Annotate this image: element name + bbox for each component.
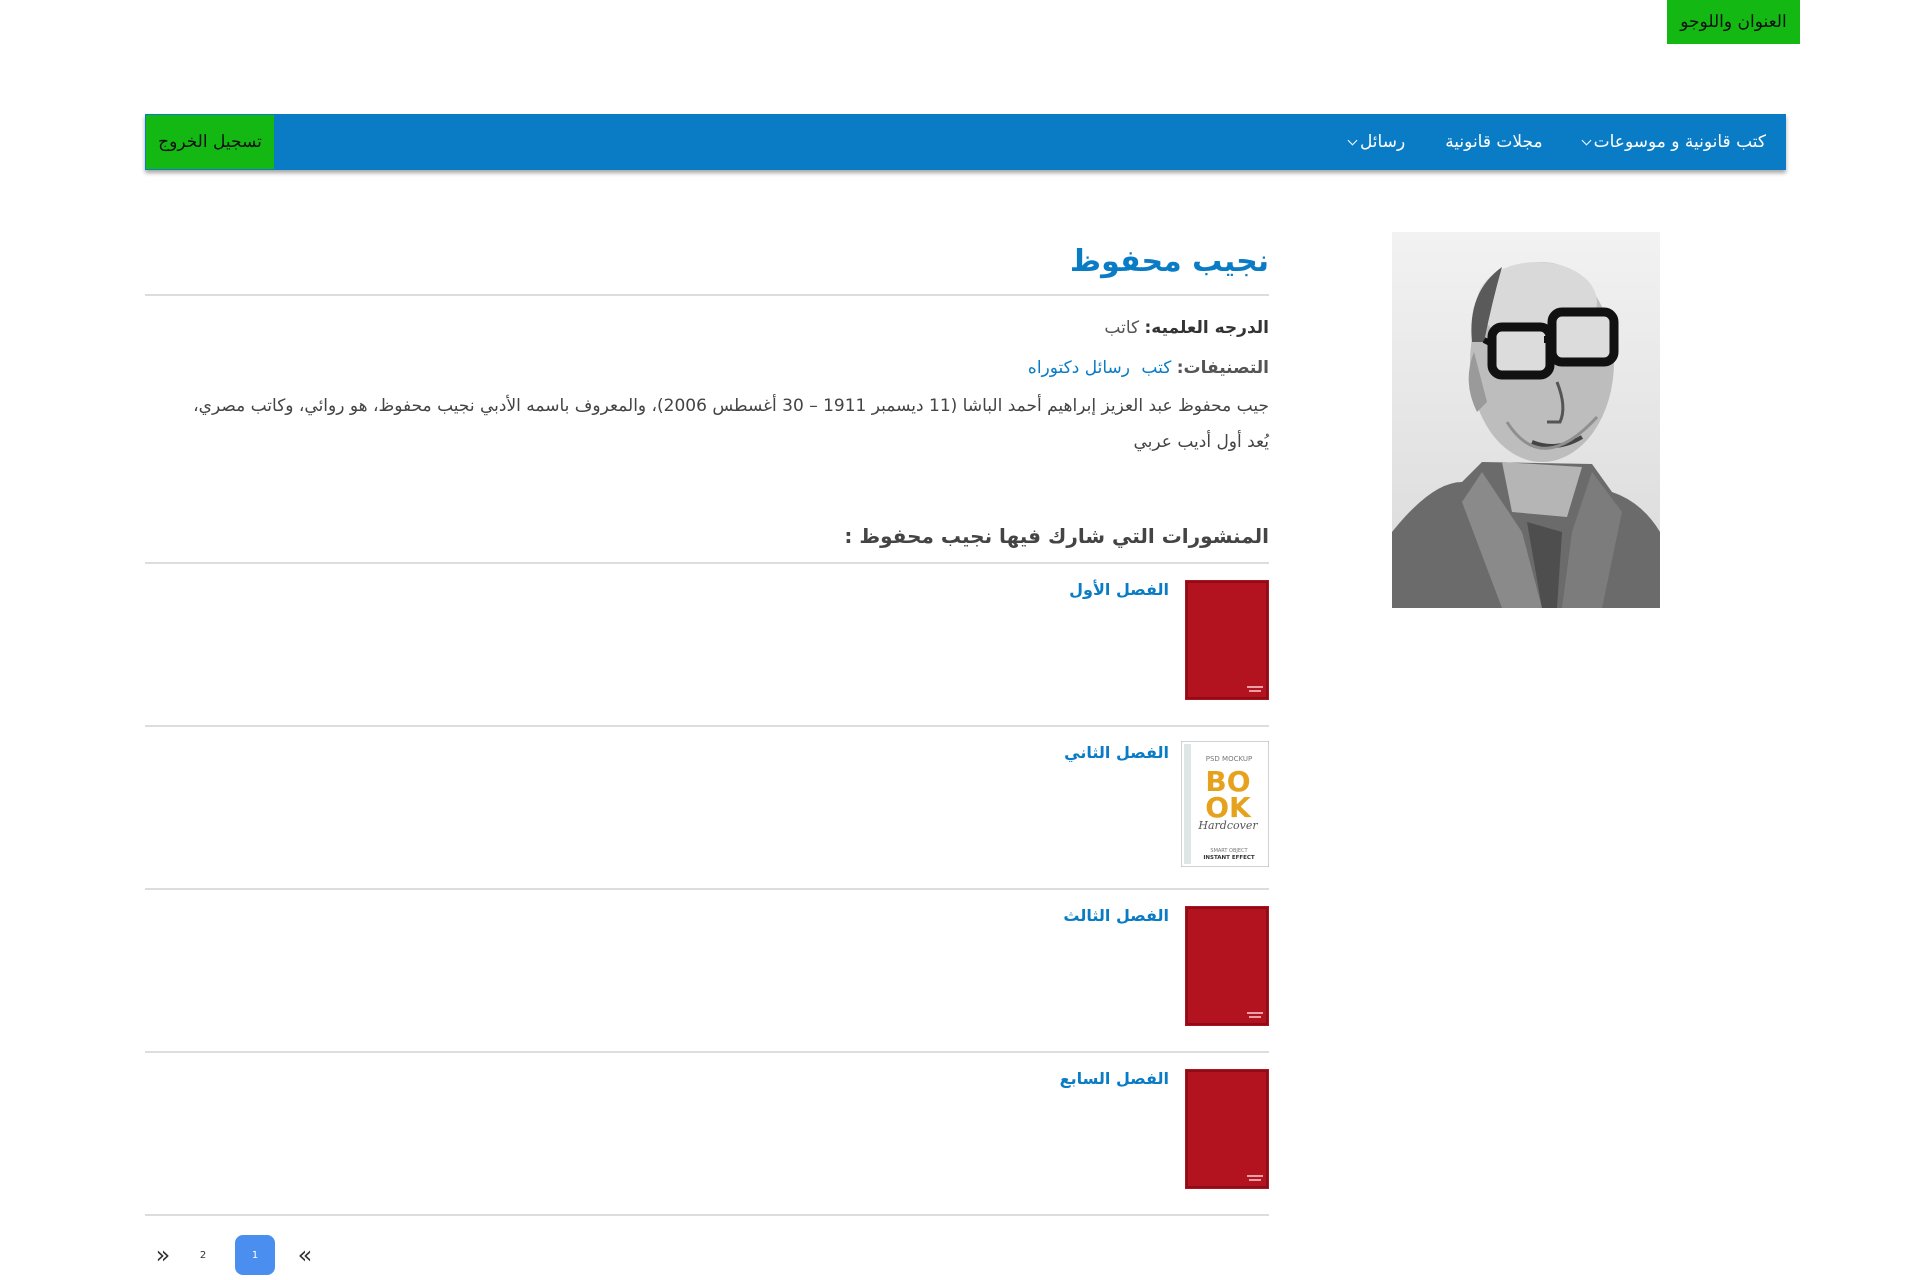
- main-navbar: كتب قانونية و موسوعات مجلات قانونية رسائ…: [145, 114, 1786, 170]
- nav-item-label: كتب قانونية و موسوعات: [1593, 132, 1766, 152]
- bio-line: يُعد أول أديب عربي: [1133, 432, 1270, 452]
- publication-item: الفصل الأول: [145, 564, 1269, 727]
- logout-button[interactable]: تسجيل الخروج: [146, 115, 274, 169]
- nav-item-label: رسائل: [1359, 132, 1406, 152]
- red-book-cover-thumbnail[interactable]: [1185, 906, 1269, 1026]
- pagination-next-button[interactable]: »: [153, 1240, 173, 1270]
- cover-bottom-text: SMART OBJECT: [1210, 848, 1248, 854]
- publication-title-link[interactable]: الفصل الأول: [1069, 580, 1169, 599]
- author-name-heading: نجيب محفوظ: [1069, 244, 1269, 279]
- publication-title-link[interactable]: الفصل الثالث: [1063, 906, 1169, 925]
- chevron-down-icon: [1581, 135, 1592, 145]
- cover-bottom-text: INSTANT EFFECT: [1203, 855, 1255, 861]
- publication-title-link[interactable]: الفصل الثاني: [1064, 743, 1169, 762]
- nav-item-law-books[interactable]: كتب قانونية و موسوعات: [1581, 132, 1766, 152]
- author-portrait: [1392, 232, 1660, 608]
- author-bio: جيب محفوظ عبد العزيز إبراهيم أحمد الباشا…: [145, 388, 1269, 460]
- category-link-books[interactable]: كتب: [1141, 358, 1171, 378]
- pagination: » 2 1 «: [145, 1235, 345, 1280]
- book-mockup-cover-thumbnail[interactable]: PSD MOCKUP BO OK Hardcover SMART OBJECT …: [1181, 741, 1269, 867]
- red-book-cover-thumbnail[interactable]: [1185, 1069, 1269, 1189]
- publication-item: الفصل السابع: [145, 1053, 1269, 1216]
- red-book-cover-thumbnail[interactable]: [1185, 580, 1269, 700]
- cover-top-text: PSD MOCKUP: [1206, 755, 1252, 763]
- categories-label: التصنيفات:: [1176, 358, 1269, 378]
- degree-value: كاتب: [1104, 318, 1140, 338]
- site-logo[interactable]: العنوان واللوجو: [1667, 0, 1800, 44]
- nav-item-label: مجلات قانونية: [1445, 132, 1543, 152]
- chevron-down-icon: [1347, 135, 1358, 145]
- pagination-page-2[interactable]: 2: [193, 1240, 213, 1270]
- publication-item: الفصل الثالث: [145, 890, 1269, 1053]
- author-degree: الدرجه العلميه: كاتب: [145, 318, 1269, 338]
- author-details: نجيب محفوظ الدرجه العلميه: كاتب التصنيفا…: [145, 232, 1269, 1216]
- publications-heading: المنشورات التي شارك فيها نجيب محفوظ :: [844, 524, 1269, 548]
- divider: [145, 294, 1269, 296]
- nav-item-theses[interactable]: رسائل: [1347, 132, 1406, 152]
- publication-title-link[interactable]: الفصل السابع: [1060, 1069, 1169, 1088]
- pagination-prev-button[interactable]: «: [295, 1240, 315, 1270]
- cover-script-text: Hardcover: [1197, 819, 1258, 832]
- bio-line: جيب محفوظ عبد العزيز إبراهيم أحمد الباشا…: [193, 396, 1269, 416]
- degree-label: الدرجه العلميه:: [1144, 318, 1270, 338]
- pagination-page-1-active[interactable]: 1: [235, 1235, 275, 1275]
- nav-item-law-journals[interactable]: مجلات قانونية: [1445, 132, 1542, 152]
- publication-item: PSD MOCKUP BO OK Hardcover SMART OBJECT …: [145, 727, 1269, 890]
- category-link-doctoral-theses[interactable]: رسائل دكتوراه: [1028, 358, 1130, 378]
- author-categories: التصنيفات: كتب رسائل دكتوراه: [145, 358, 1269, 378]
